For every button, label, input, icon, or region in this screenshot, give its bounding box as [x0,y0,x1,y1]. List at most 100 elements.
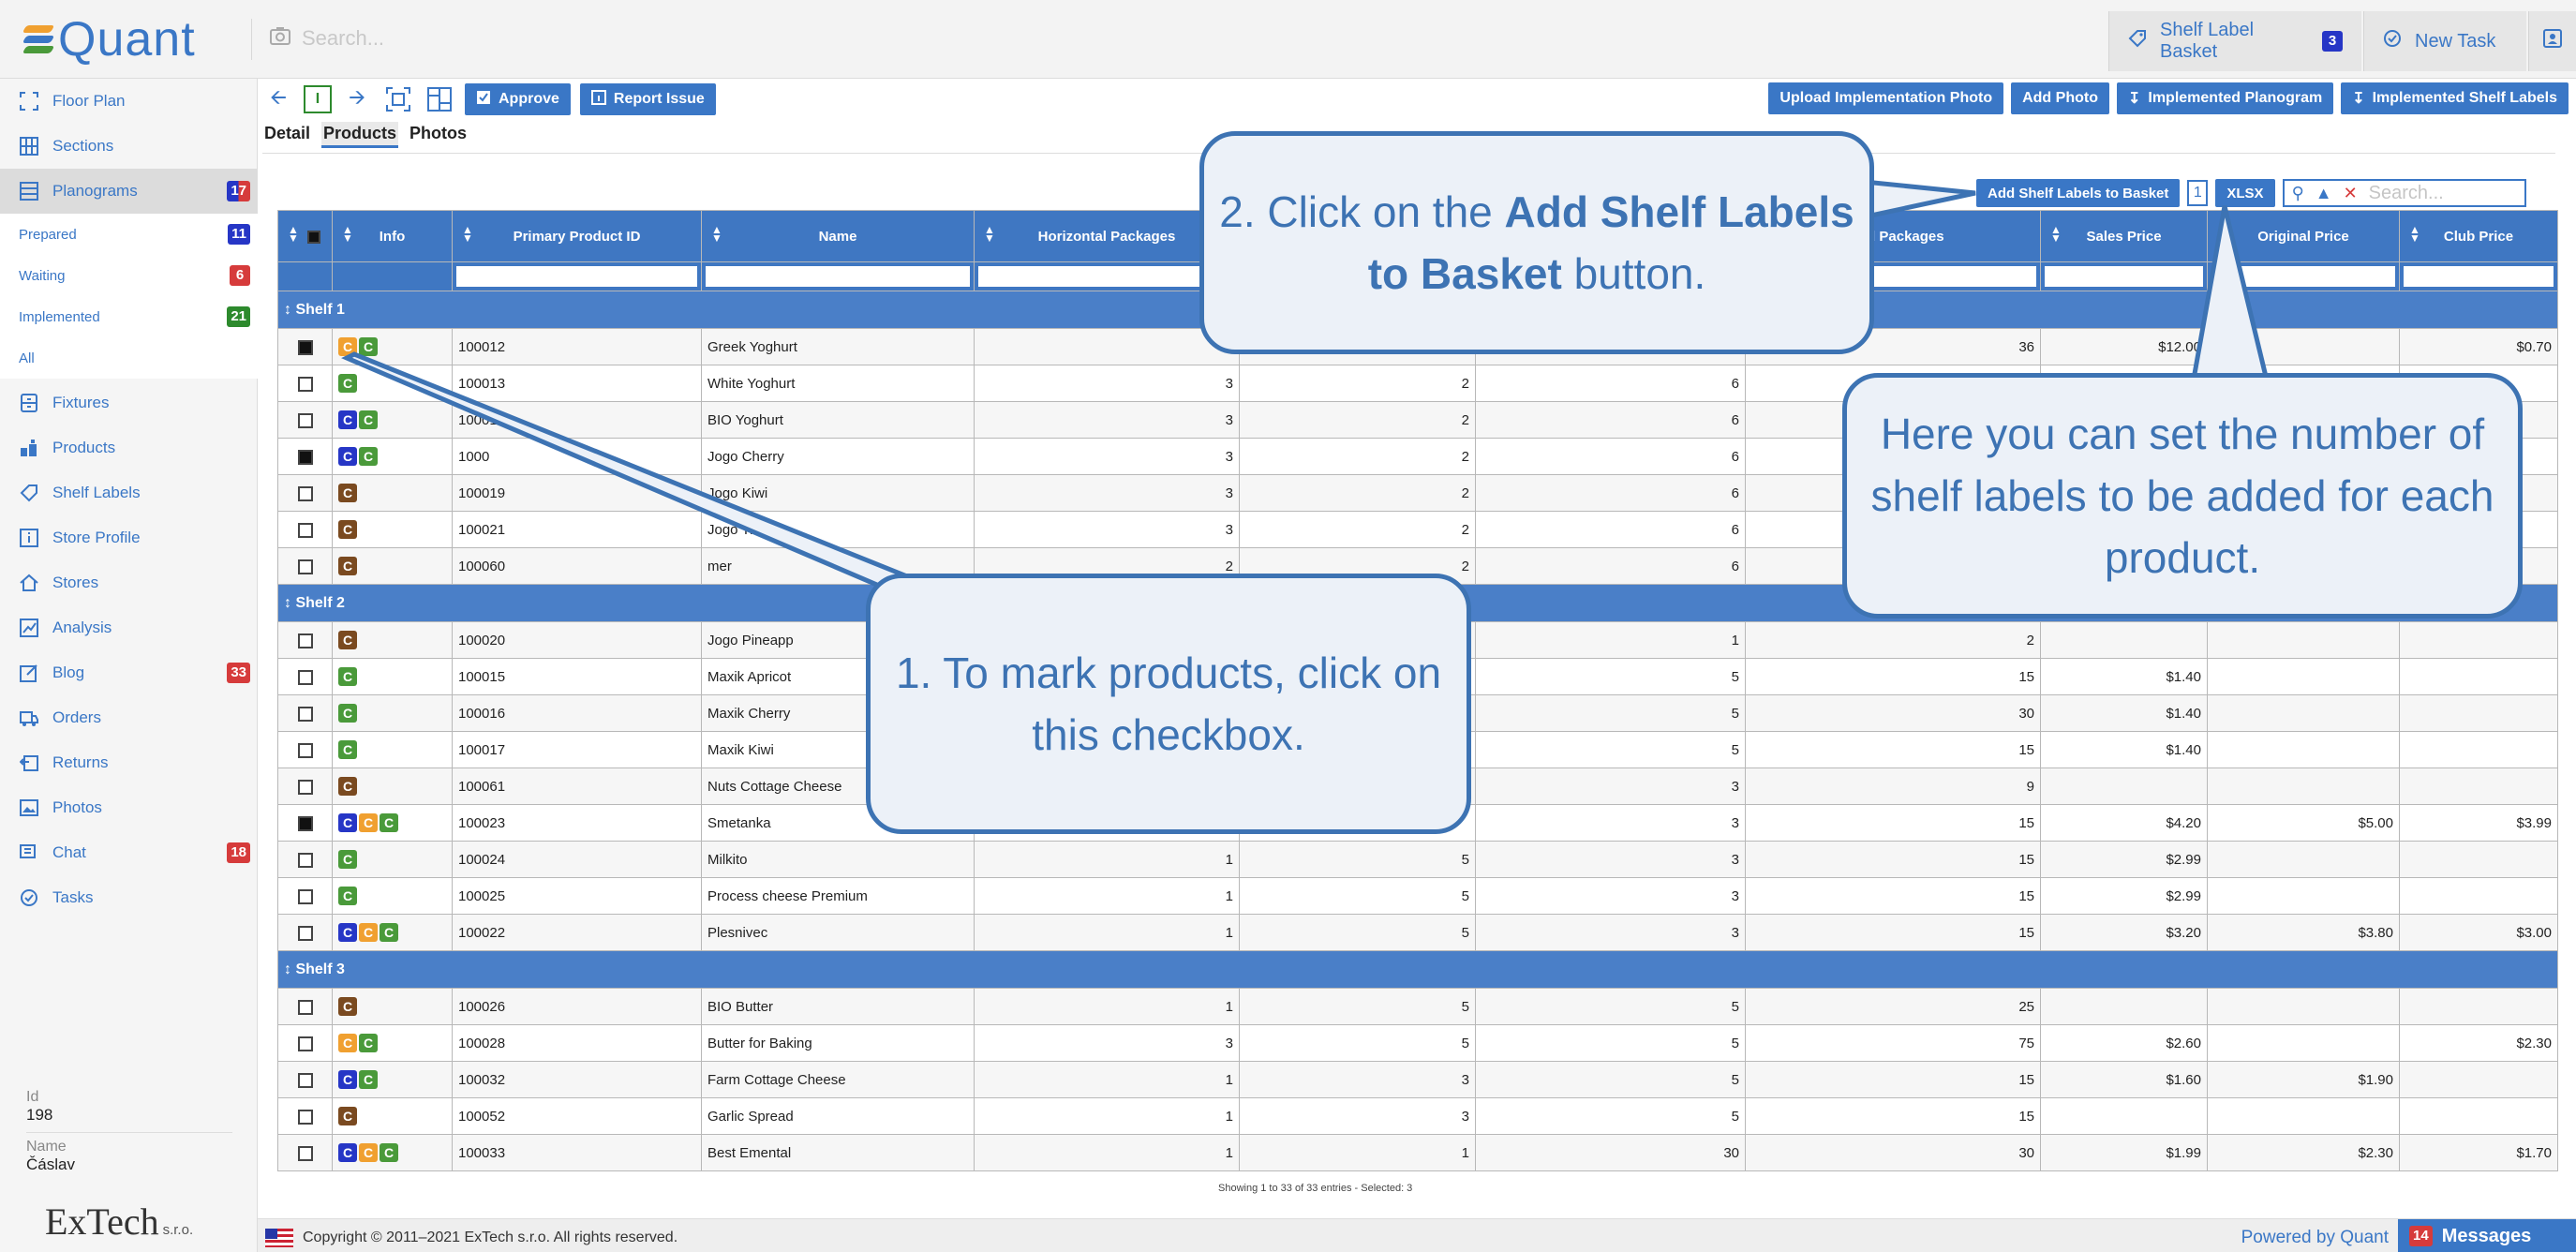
row-checkbox[interactable] [297,1145,313,1161]
add-shelf-labels-to-basket-button[interactable]: Add Shelf Labels to Basket [1976,179,2181,207]
triangle-up-icon[interactable]: ▲ [2315,184,2332,203]
sidebar-subitem-all[interactable]: All [0,337,258,379]
implemented-planogram-button[interactable]: ↧ Implemented Planogram [2116,82,2334,114]
global-search-input[interactable]: Search... [302,26,384,51]
table-row[interactable]: C C C 100033 Best Emental 1 1 30 30 $1.99 $2.30 $1.… [277,1134,2558,1171]
approve-button[interactable]: Approve [465,83,571,115]
row-checkbox[interactable] [297,376,313,392]
table-row[interactable]: C 100024 Milkito 1 5 3 15 $2.99 [277,841,2558,878]
table-search-input[interactable]: Search... [2369,183,2444,204]
implemented-shelf-labels-button[interactable]: ↧ Implemented Shelf Labels [2341,82,2569,114]
info-tag-green[interactable]: C [359,337,378,356]
table-row[interactable]: C C 100032 Farm Cottage Cheese 1 3 5 15 $1.60 $1.… [277,1061,2558,1098]
upload-implementation-photo-button[interactable]: Upload Implementation Photo [1768,82,2004,114]
clear-icon[interactable]: ✕ [2344,184,2358,203]
row-checkbox[interactable] [297,412,313,428]
add-photo-button[interactable]: Add Photo [2011,82,2109,114]
info-tag-brown[interactable]: C [338,997,357,1016]
filter-input[interactable] [2399,261,2558,291]
row-checkbox[interactable] [297,669,313,685]
collapse-icon[interactable]: ↕ [284,595,295,611]
info-tag-brown[interactable]: C [338,777,357,796]
label-quantity-input[interactable]: 1 [2187,180,2209,206]
fit-view-icon[interactable] [382,83,414,115]
info-tag-green[interactable]: C [338,374,357,393]
info-tag-green[interactable]: C [380,1143,398,1162]
sidebar-item-blog[interactable]: Blog 33 [0,650,258,695]
tab-photos[interactable]: Photos [408,122,469,148]
info-tag-orange[interactable]: C [359,923,378,942]
info-tag-brown[interactable]: C [338,484,357,502]
info-tag-green[interactable]: C [338,740,357,759]
table-row[interactable]: C 100026 BIO Butter 1 5 5 25 [277,988,2558,1025]
row-checkbox[interactable] [297,1072,313,1088]
shelf-group-row[interactable]: ↕ Shelf 3 [277,950,2558,989]
info-tag-blue[interactable]: C [338,1070,357,1089]
info-tag-brown[interactable]: C [338,1107,357,1125]
table-search[interactable]: ⚲ ▲ ✕ Search... [2282,179,2526,207]
us-flag-icon[interactable] [265,1229,293,1247]
row-checkbox[interactable] [297,449,313,465]
table-row[interactable]: C C 100028 Butter for Baking 3 5 5 75 $2.60 $2.30 [277,1024,2558,1062]
row-checkbox[interactable] [297,339,313,355]
sidebar-item-floor-plan[interactable]: Floor Plan [0,79,258,124]
info-tag-blue[interactable]: C [338,447,357,466]
info-tag-orange[interactable]: C [338,337,357,356]
arrow-right-icon[interactable]: 🡪 [341,83,373,115]
row-checkbox[interactable] [297,852,313,868]
row-checkbox[interactable] [297,999,313,1015]
row-checkbox[interactable] [297,779,313,795]
filter-input[interactable] [452,261,702,291]
info-tag-orange[interactable]: C [359,813,378,832]
row-checkbox[interactable] [297,706,313,722]
table-row[interactable]: C C C 100022 Plesnivec 1 5 3 15 $3.20 $3.80 $3.00 [277,914,2558,951]
info-tag-orange[interactable]: C [359,1143,378,1162]
quant-logo[interactable]: Quant [19,11,196,67]
powered-by-link[interactable]: Powered by Quant [2241,1228,2389,1248]
sidebar-subitem-implemented[interactable]: Implemented 21 [0,296,258,337]
info-tag-green[interactable]: C [338,704,357,723]
sidebar-item-stores[interactable]: Stores [0,560,258,605]
row-checkbox[interactable] [297,815,313,831]
sidebar-item-tasks[interactable]: Tasks [0,875,258,920]
column-header-name[interactable]: ▲ ▼ Name [701,210,975,262]
info-tag-orange[interactable]: C [338,1034,357,1052]
info-tag-brown[interactable]: C [338,557,357,575]
layout-icon[interactable] [424,83,455,115]
row-checkbox[interactable] [297,925,313,941]
user-profile-button[interactable] [2528,11,2576,71]
filter-input[interactable] [2040,261,2208,291]
global-search[interactable]: Search... [270,26,384,51]
table-row[interactable]: C 100052 Garlic Spread 1 3 5 15 [277,1097,2558,1135]
info-tag-green[interactable]: C [359,447,378,466]
info-tag-brown[interactable]: C [338,520,357,539]
select-all-checkbox[interactable] [306,230,320,244]
sidebar-item-orders[interactable]: Orders [0,695,258,740]
messages-button[interactable]: 14 Messages [2398,1219,2576,1252]
sidebar-item-store-profile[interactable]: Store Profile [0,515,258,560]
column-header-primary-product-id[interactable]: ▲ ▼ Primary Product ID [452,210,702,262]
info-tag-green[interactable]: C [359,1070,378,1089]
report-issue-button[interactable]: Report Issue [579,83,716,115]
row-checkbox[interactable] [297,888,313,904]
info-tag-green[interactable]: C [338,667,357,686]
arrow-left-icon[interactable]: 🡨 [262,83,294,115]
column-header-original-price[interactable]: ▲ ▼ Original Price [2207,210,2400,262]
info-tag-blue[interactable]: C [338,410,357,429]
column-header-club-price[interactable]: ▲ ▼ Club Price [2399,210,2558,262]
sidebar-item-returns[interactable]: Returns [0,740,258,785]
row-checkbox[interactable] [297,485,313,501]
sidebar-item-analysis[interactable]: Analysis [0,605,258,650]
info-tag-green[interactable]: C [380,923,398,942]
info-tag-green[interactable]: C [380,813,398,832]
row-checkbox[interactable] [297,559,313,574]
info-tag-brown[interactable]: C [338,631,357,649]
filter-input[interactable] [701,261,975,291]
sidebar-subitem-waiting[interactable]: Waiting 6 [0,255,258,296]
column-header-sales-price[interactable]: ▲ ▼ Sales Price [2040,210,2208,262]
new-task-button[interactable]: New Task [2363,11,2526,71]
tab-detail[interactable]: Detail [262,122,312,148]
sidebar-item-fixtures[interactable]: Fixtures [0,380,258,425]
info-tag-green[interactable]: C [338,850,357,869]
column-header-info[interactable]: ▲ ▼ Info [332,210,453,262]
